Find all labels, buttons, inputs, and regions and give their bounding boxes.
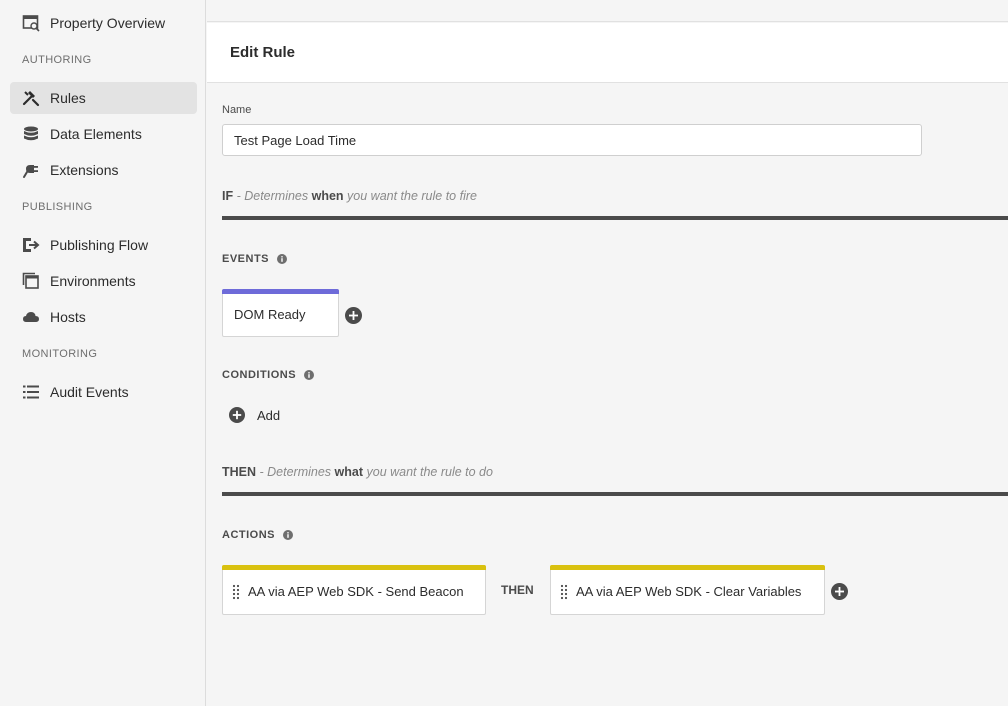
sidebar-item-extensions[interactable]: Extensions [10, 154, 197, 186]
page-header: Edit Rule [207, 23, 1008, 83]
then-separator: THEN [501, 583, 534, 597]
rule-name-input[interactable] [222, 124, 922, 156]
sidebar-item-environments[interactable]: Environments [10, 265, 197, 297]
drag-handle-icon[interactable] [560, 583, 568, 601]
conditions-label-text: CONDITIONS [222, 369, 297, 381]
main-content: Edit Rule Name IF - Determines when you … [207, 0, 1008, 706]
add-condition-label: Add [257, 407, 281, 423]
sidebar-item-property-overview[interactable]: Property Overview [10, 7, 197, 39]
property-overview-icon [22, 14, 40, 32]
page-title: Edit Rule [230, 44, 296, 61]
section-label-publishing: PUBLISHING [22, 201, 93, 213]
add-condition-button[interactable]: Add [229, 407, 280, 423]
cloud-icon [22, 308, 40, 326]
database-icon [22, 125, 40, 143]
if-desc-em: when [311, 189, 344, 203]
add-event-plus-icon[interactable] [345, 307, 362, 324]
event-card-accent [222, 289, 339, 294]
then-desc-pre: - Determines [256, 465, 335, 479]
then-keyword: THEN [222, 465, 257, 479]
action-card-accent [222, 565, 486, 570]
action-card-accent [550, 565, 825, 570]
if-divider [222, 216, 1008, 220]
sidebar-item-label: Publishing Flow [50, 237, 149, 253]
plug-icon [22, 161, 40, 179]
sidebar-item-label: Property Overview [50, 15, 166, 31]
sidebar-item-label: Environments [50, 273, 136, 289]
then-section-heading: THEN - Determines what you want the rule… [222, 465, 493, 479]
sidebar-item-label: Extensions [50, 162, 119, 178]
events-label: EVENTS [222, 253, 288, 265]
add-action-plus-icon[interactable] [831, 583, 848, 600]
add-circle-icon [229, 407, 245, 423]
info-icon[interactable] [277, 254, 288, 264]
sidebar-item-label: Data Elements [50, 126, 142, 142]
top-strip [207, 0, 1008, 22]
drag-handle-icon[interactable] [232, 583, 240, 601]
sidebar-item-rules[interactable]: Rules [10, 82, 197, 114]
sidebar-item-hosts[interactable]: Hosts [10, 301, 197, 333]
sidebar-item-label: Audit Events [50, 384, 129, 400]
if-keyword: IF [222, 189, 234, 203]
section-label-monitoring: MONITORING [22, 348, 98, 360]
events-label-text: EVENTS [222, 253, 270, 265]
sidebar-item-label: Rules [50, 90, 86, 106]
then-desc-em: what [334, 465, 364, 479]
sidebar-item-publishing-flow[interactable]: Publishing Flow [10, 229, 197, 261]
if-desc-pre: - Determines [233, 189, 312, 203]
sidebar-item-audit-events[interactable]: Audit Events [10, 376, 197, 408]
action-card-clear-variables[interactable]: AA via AEP Web SDK - Clear Variables [550, 565, 825, 615]
action-card-send-beacon[interactable]: AA via AEP Web SDK - Send Beacon [222, 565, 486, 615]
action-card-label: AA via AEP Web SDK - Send Beacon [248, 584, 464, 599]
section-label-authoring: AUTHORING [22, 54, 92, 66]
environments-icon [22, 272, 40, 290]
event-card-label: DOM Ready [234, 307, 306, 322]
action-card-label: AA via AEP Web SDK - Clear Variables [576, 584, 802, 599]
info-icon[interactable] [304, 370, 315, 380]
name-label: Name [222, 104, 252, 116]
then-divider [222, 492, 1008, 496]
info-icon[interactable] [283, 530, 293, 540]
rules-icon [22, 89, 40, 107]
sidebar: Property Overview AUTHORING Rules Data E… [0, 0, 206, 706]
event-card-dom-ready[interactable]: DOM Ready [222, 289, 339, 337]
list-icon [22, 383, 40, 401]
conditions-label: CONDITIONS [222, 369, 315, 381]
sidebar-item-label: Hosts [50, 309, 86, 325]
actions-label-text: ACTIONS [222, 529, 275, 541]
then-desc-post: you want the rule to do [363, 465, 493, 479]
sidebar-item-data-elements[interactable]: Data Elements [10, 118, 197, 150]
publishing-flow-icon [22, 236, 40, 254]
if-section-heading: IF - Determines when you want the rule t… [222, 189, 477, 203]
actions-label: ACTIONS [222, 529, 293, 541]
if-desc-post: you want the rule to fire [343, 189, 477, 203]
